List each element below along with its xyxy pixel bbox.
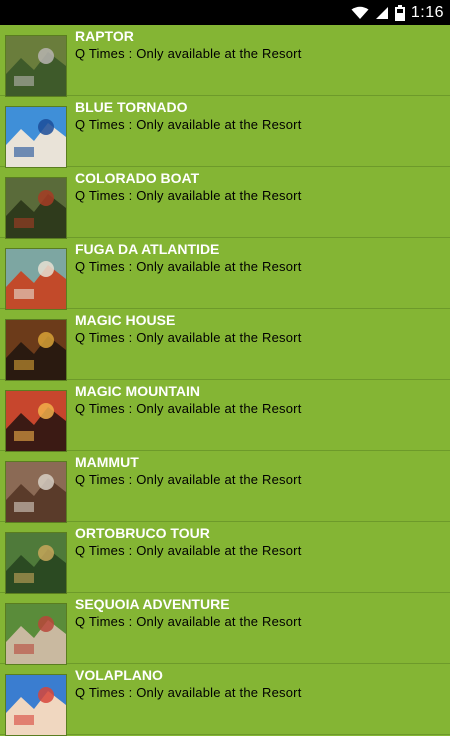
- ride-text: BLUE TORNADO Q Times : Only available at …: [75, 99, 302, 133]
- ride-text: MAMMUT Q Times : Only available at the Re…: [75, 454, 302, 488]
- ride-text: VOLAPLANO Q Times : Only available at the…: [75, 667, 302, 701]
- ride-name: RAPTOR: [75, 28, 134, 44]
- ride-thumbnail: [5, 390, 67, 452]
- ride-name: VOLAPLANO: [75, 667, 163, 683]
- ride-thumbnail: [5, 35, 67, 97]
- ride-queue-time: Q Times : Only available at the Resort: [75, 117, 302, 132]
- ride-queue-time: Q Times : Only available at the Resort: [75, 401, 302, 416]
- ride-thumbnail: [5, 177, 67, 239]
- ride-thumbnail: [5, 674, 67, 736]
- list-item[interactable]: COLORADO BOAT Q Times : Only available at…: [0, 167, 450, 239]
- status-bar: 1:16: [0, 0, 450, 25]
- ride-queue-time: Q Times : Only available at the Resort: [75, 472, 302, 487]
- ride-thumbnail: [5, 461, 67, 523]
- ride-thumbnail: [5, 603, 67, 665]
- ride-name: SEQUOIA ADVENTURE: [75, 596, 230, 612]
- ride-list: RAPTOR Q Times : Only available at the Re…: [0, 25, 450, 736]
- ride-name: MAGIC MOUNTAIN: [75, 383, 200, 399]
- ride-name: COLORADO BOAT: [75, 170, 200, 186]
- list-item[interactable]: RAPTOR Q Times : Only available at the Re…: [0, 25, 450, 97]
- ride-name: ORTOBRUCO TOUR: [75, 525, 210, 541]
- ride-name: FUGA DA ATLANTIDE: [75, 241, 220, 257]
- status-time: 1:16: [410, 3, 444, 21]
- wifi-icon: [351, 6, 369, 20]
- list-item[interactable]: MAGIC HOUSE Q Times : Only available at t…: [0, 309, 450, 381]
- signal-icon: [375, 6, 389, 20]
- list-item[interactable]: FUGA DA ATLANTIDE Q Times : Only availabl…: [0, 238, 450, 310]
- ride-thumbnail: [5, 106, 67, 168]
- ride-text: RAPTOR Q Times : Only available at the Re…: [75, 28, 302, 62]
- list-item[interactable]: MAGIC MOUNTAIN Q Times : Only available a…: [0, 380, 450, 452]
- ride-text: MAGIC MOUNTAIN Q Times : Only available a…: [75, 383, 302, 417]
- ride-queue-time: Q Times : Only available at the Resort: [75, 259, 302, 274]
- ride-name: BLUE TORNADO: [75, 99, 188, 115]
- list-item[interactable]: VOLAPLANO Q Times : Only available at the…: [0, 664, 450, 736]
- ride-queue-time: Q Times : Only available at the Resort: [75, 685, 302, 700]
- ride-thumbnail: [5, 319, 67, 381]
- ride-name: MAGIC HOUSE: [75, 312, 176, 328]
- battery-icon: [394, 4, 405, 21]
- ride-thumbnail: [5, 248, 67, 310]
- list-item[interactable]: ORTOBRUCO TOUR Q Times : Only available a…: [0, 522, 450, 594]
- ride-name: MAMMUT: [75, 454, 139, 470]
- ride-queue-time: Q Times : Only available at the Resort: [75, 614, 302, 629]
- ride-text: COLORADO BOAT Q Times : Only available at…: [75, 170, 302, 204]
- ride-thumbnail: [5, 532, 67, 594]
- list-item[interactable]: BLUE TORNADO Q Times : Only available at …: [0, 96, 450, 168]
- ride-text: FUGA DA ATLANTIDE Q Times : Only availabl…: [75, 241, 302, 275]
- ride-text: ORTOBRUCO TOUR Q Times : Only available a…: [75, 525, 302, 559]
- ride-text: MAGIC HOUSE Q Times : Only available at t…: [75, 312, 302, 346]
- ride-queue-time: Q Times : Only available at the Resort: [75, 543, 302, 558]
- ride-queue-time: Q Times : Only available at the Resort: [75, 188, 302, 203]
- ride-queue-time: Q Times : Only available at the Resort: [75, 330, 302, 345]
- list-item[interactable]: SEQUOIA ADVENTURE Q Times : Only availabl…: [0, 593, 450, 665]
- list-item[interactable]: MAMMUT Q Times : Only available at the Re…: [0, 451, 450, 523]
- ride-text: SEQUOIA ADVENTURE Q Times : Only availabl…: [75, 596, 302, 630]
- ride-queue-time: Q Times : Only available at the Resort: [75, 46, 302, 61]
